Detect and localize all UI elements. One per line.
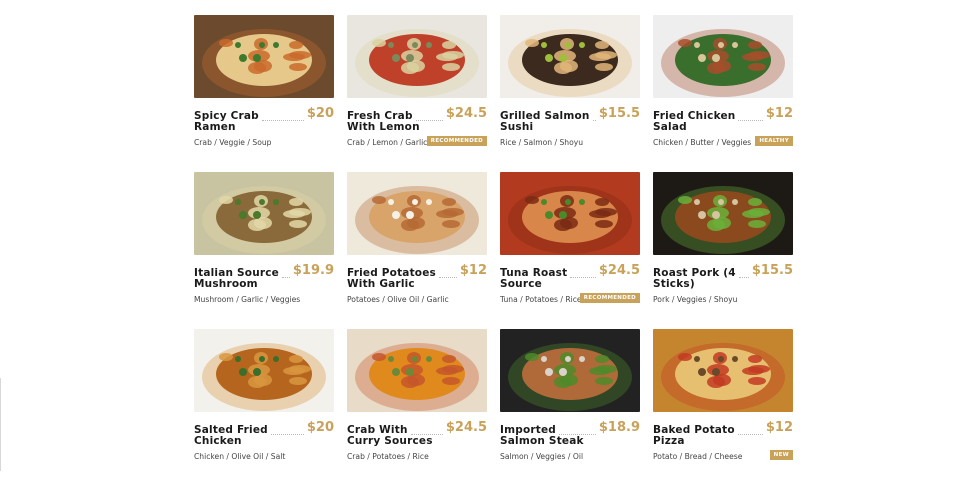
- dish-photo[interactable]: [500, 172, 640, 255]
- dish-image: [500, 15, 640, 98]
- recommended-badge: RECOMMENDED: [579, 293, 640, 303]
- menu-item[interactable]: Tuna Roast Source $24.5 Tuna / Potatoes …: [500, 172, 640, 329]
- dish-image: [653, 15, 793, 98]
- dish-price: $19.9: [292, 263, 334, 278]
- dish-image: [653, 329, 793, 412]
- dish-image: [347, 172, 487, 255]
- dish-photo[interactable]: [347, 172, 487, 255]
- price-leader: [439, 277, 457, 278]
- price-leader: [738, 120, 763, 121]
- dish-name[interactable]: Imported Salmon Steak: [500, 425, 596, 447]
- dish-name[interactable]: Crab With Curry Sources: [347, 425, 443, 447]
- dish-price: $12: [765, 106, 793, 121]
- menu-item[interactable]: Roast Pork (4 Sticks) $15.5 Pork / Veggi…: [653, 172, 793, 329]
- menu-item[interactable]: Crab With Curry Sources $24.5 Crab / Pot…: [347, 329, 487, 486]
- dish-photo[interactable]: [653, 329, 793, 412]
- price-leader: [415, 120, 443, 121]
- price-leader: [270, 434, 304, 435]
- dish-ingredients: Rice / Salmon / Shoyu: [500, 138, 584, 147]
- dish-photo[interactable]: [500, 15, 640, 98]
- price-leader: [282, 277, 290, 278]
- dish-ingredients: Chicken / Butter / Veggies: [653, 138, 752, 147]
- price-leader: [261, 120, 304, 121]
- dish-price: $18.9: [598, 420, 640, 435]
- price-leader: [738, 277, 749, 278]
- dish-ingredients: Crab / Lemon / Garlic: [347, 138, 428, 147]
- dish-image: [347, 15, 487, 98]
- dish-price: $12: [459, 263, 487, 278]
- dish-ingredients: Tuna / Potatoes / Rice: [500, 295, 582, 304]
- menu-item[interactable]: Fried Chicken Salad $12 Chicken / Butter…: [653, 15, 793, 172]
- menu-item[interactable]: Fresh Crab With Lemon $24.5 Crab / Lemon…: [347, 15, 487, 172]
- dish-image: [347, 329, 487, 412]
- dish-image: [653, 172, 793, 255]
- price-leader: [559, 434, 596, 435]
- dish-photo[interactable]: [347, 15, 487, 98]
- price-leader: [737, 434, 763, 435]
- dish-image: [194, 172, 334, 255]
- dish-name[interactable]: Fried Potatoes With Garlic: [347, 268, 443, 290]
- dish-ingredients: Crab / Veggie / Soup: [194, 138, 272, 147]
- healthy-badge: HEALTHY: [755, 136, 793, 146]
- dish-ingredients: Potatoes / Olive Oil / Garlic: [347, 295, 449, 304]
- price-leader: [570, 277, 596, 278]
- dish-photo[interactable]: [653, 172, 793, 255]
- dish-ingredients: Mushroom / Garlic / Veggies: [194, 295, 301, 304]
- menu-grid: Spicy Crab Ramen $20 Crab / Veggie / Sou…: [194, 15, 793, 486]
- dish-price: $12: [765, 420, 793, 435]
- dish-image: [194, 329, 334, 412]
- price-leader: [592, 120, 596, 121]
- dish-ingredients: Chicken / Olive Oil / Salt: [194, 452, 286, 461]
- dish-name[interactable]: Baked Potato Pizza: [653, 425, 749, 447]
- dish-ingredients: Salmon / Veggies / Oil: [500, 452, 584, 461]
- dish-image: [194, 15, 334, 98]
- menu-item[interactable]: Grilled Salmon Sushi $15.5 Rice / Salmon…: [500, 15, 640, 172]
- dish-name[interactable]: Salted Fried Chicken: [194, 425, 290, 447]
- menu-item[interactable]: Baked Potato Pizza $12 Potato / Bread / …: [653, 329, 793, 486]
- recommended-badge: RECOMMENDED: [426, 136, 487, 146]
- dish-name[interactable]: Fresh Crab With Lemon: [347, 111, 443, 133]
- menu-item[interactable]: Fried Potatoes With Garlic $12 Potatoes …: [347, 172, 487, 329]
- menu-item[interactable]: Imported Salmon Steak $18.9 Salmon / Veg…: [500, 329, 640, 486]
- dish-photo[interactable]: [653, 15, 793, 98]
- dish-name[interactable]: Tuna Roast Source: [500, 268, 596, 290]
- dish-name[interactable]: Italian Source Mushroom: [194, 268, 290, 290]
- price-leader: [410, 434, 443, 435]
- dish-name[interactable]: Grilled Salmon Sushi: [500, 111, 596, 133]
- dish-photo[interactable]: [500, 329, 640, 412]
- dish-ingredients: Potato / Bread / Cheese: [653, 452, 743, 461]
- page-edge-divider: [0, 378, 1, 471]
- dish-price: $24.5: [598, 263, 640, 278]
- menu-item[interactable]: Salted Fried Chicken $20 Chicken / Olive…: [194, 329, 334, 486]
- dish-price: $20: [306, 106, 334, 121]
- dish-photo[interactable]: [194, 329, 334, 412]
- dish-image: [500, 172, 640, 255]
- new-badge: NEW: [769, 450, 793, 460]
- dish-photo[interactable]: [194, 172, 334, 255]
- dish-price: $15.5: [598, 106, 640, 121]
- menu-item[interactable]: Italian Source Mushroom $19.9 Mushroom /…: [194, 172, 334, 329]
- menu-item[interactable]: Spicy Crab Ramen $20 Crab / Veggie / Sou…: [194, 15, 334, 172]
- dish-name[interactable]: Roast Pork (4 Sticks): [653, 268, 749, 290]
- dish-price: $24.5: [445, 106, 487, 121]
- dish-photo[interactable]: [347, 329, 487, 412]
- dish-image: [500, 329, 640, 412]
- dish-ingredients: Pork / Veggies / Shoyu: [653, 295, 738, 304]
- dish-photo[interactable]: [194, 15, 334, 98]
- dish-price: $15.5: [751, 263, 793, 278]
- dish-price: $24.5: [445, 420, 487, 435]
- dish-name[interactable]: Spicy Crab Ramen: [194, 111, 290, 133]
- dish-ingredients: Crab / Potatoes / Rice: [347, 452, 429, 461]
- dish-name[interactable]: Fried Chicken Salad: [653, 111, 749, 133]
- dish-price: $20: [306, 420, 334, 435]
